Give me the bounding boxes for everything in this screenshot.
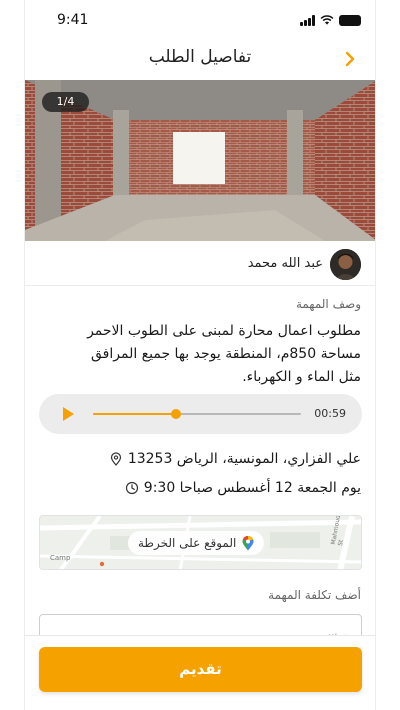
google-maps-pin-icon (242, 535, 254, 550)
cellular-signal-icon (300, 14, 315, 26)
task-description: مطلوب اعمال محارة لمبنى على الطوب الاحمر… (31, 320, 361, 389)
address-row: علي الفزاري، المونسية، الرياض 13253 (109, 451, 361, 467)
photo-counter: 1/4 (42, 92, 89, 112)
user-name: عبد الله محمد (247, 256, 323, 271)
status-time: 9:41 (57, 12, 89, 28)
page-title: تفاصيل الطلب (148, 47, 252, 67)
audio-player: 00:59 (39, 394, 362, 434)
map-label-camp: Camp (50, 554, 71, 562)
battery-icon (339, 14, 361, 26)
description-line: مطلوب اعمال محارة لمبنى على الطوب الاحمر (87, 323, 361, 339)
back-button[interactable] (339, 48, 361, 70)
wifi-icon (320, 15, 334, 25)
submit-button[interactable]: تقديم (39, 647, 362, 692)
task-section-label: وصف المهمة (295, 297, 361, 311)
cost-label: أضف تكلفة المهمة (268, 588, 361, 602)
audio-duration: 00:59 (314, 407, 346, 420)
audio-progress-track[interactable] (93, 409, 301, 419)
bottom-bar: تقديم (25, 635, 375, 710)
schedule-row: يوم الجمعة 12 أغسطس صباحا 9:30 (125, 480, 361, 496)
schedule-text: يوم الجمعة 12 أغسطس صباحا 9:30 (143, 480, 361, 496)
description-line: مثل الماء و الكهرباء. (242, 369, 361, 385)
chevron-right-icon (345, 51, 355, 67)
status-icons (300, 13, 361, 27)
task-photo-gallery[interactable]: 1/4 (25, 80, 375, 241)
open-map-button[interactable]: الموقع على الخرطة (128, 531, 265, 555)
open-map-label: الموقع على الخرطة (138, 536, 237, 550)
avatar (330, 249, 361, 280)
audio-progress-thumb[interactable] (171, 409, 182, 419)
user-row[interactable]: عبد الله محمد (25, 242, 375, 286)
play-icon[interactable] (63, 407, 74, 421)
address-text: علي الفزاري، المونسية، الرياض 13253 (127, 451, 361, 467)
location-pin-icon (110, 452, 121, 466)
screen: 9:41 تفاصيل الطلب 1/4 عبد الله محمد وصف … (24, 0, 376, 710)
audio-progress-fill (93, 413, 177, 415)
avatar-image (330, 249, 361, 280)
map-preview[interactable]: Camp Mahmoud St الموقع على الخرطة (39, 515, 362, 570)
description-line: مساحة 850م، المنطقة يوجد بها جميع المراف… (91, 346, 361, 362)
status-bar: 9:41 (25, 0, 375, 40)
header: تفاصيل الطلب (25, 40, 375, 80)
clock-icon (125, 481, 138, 495)
